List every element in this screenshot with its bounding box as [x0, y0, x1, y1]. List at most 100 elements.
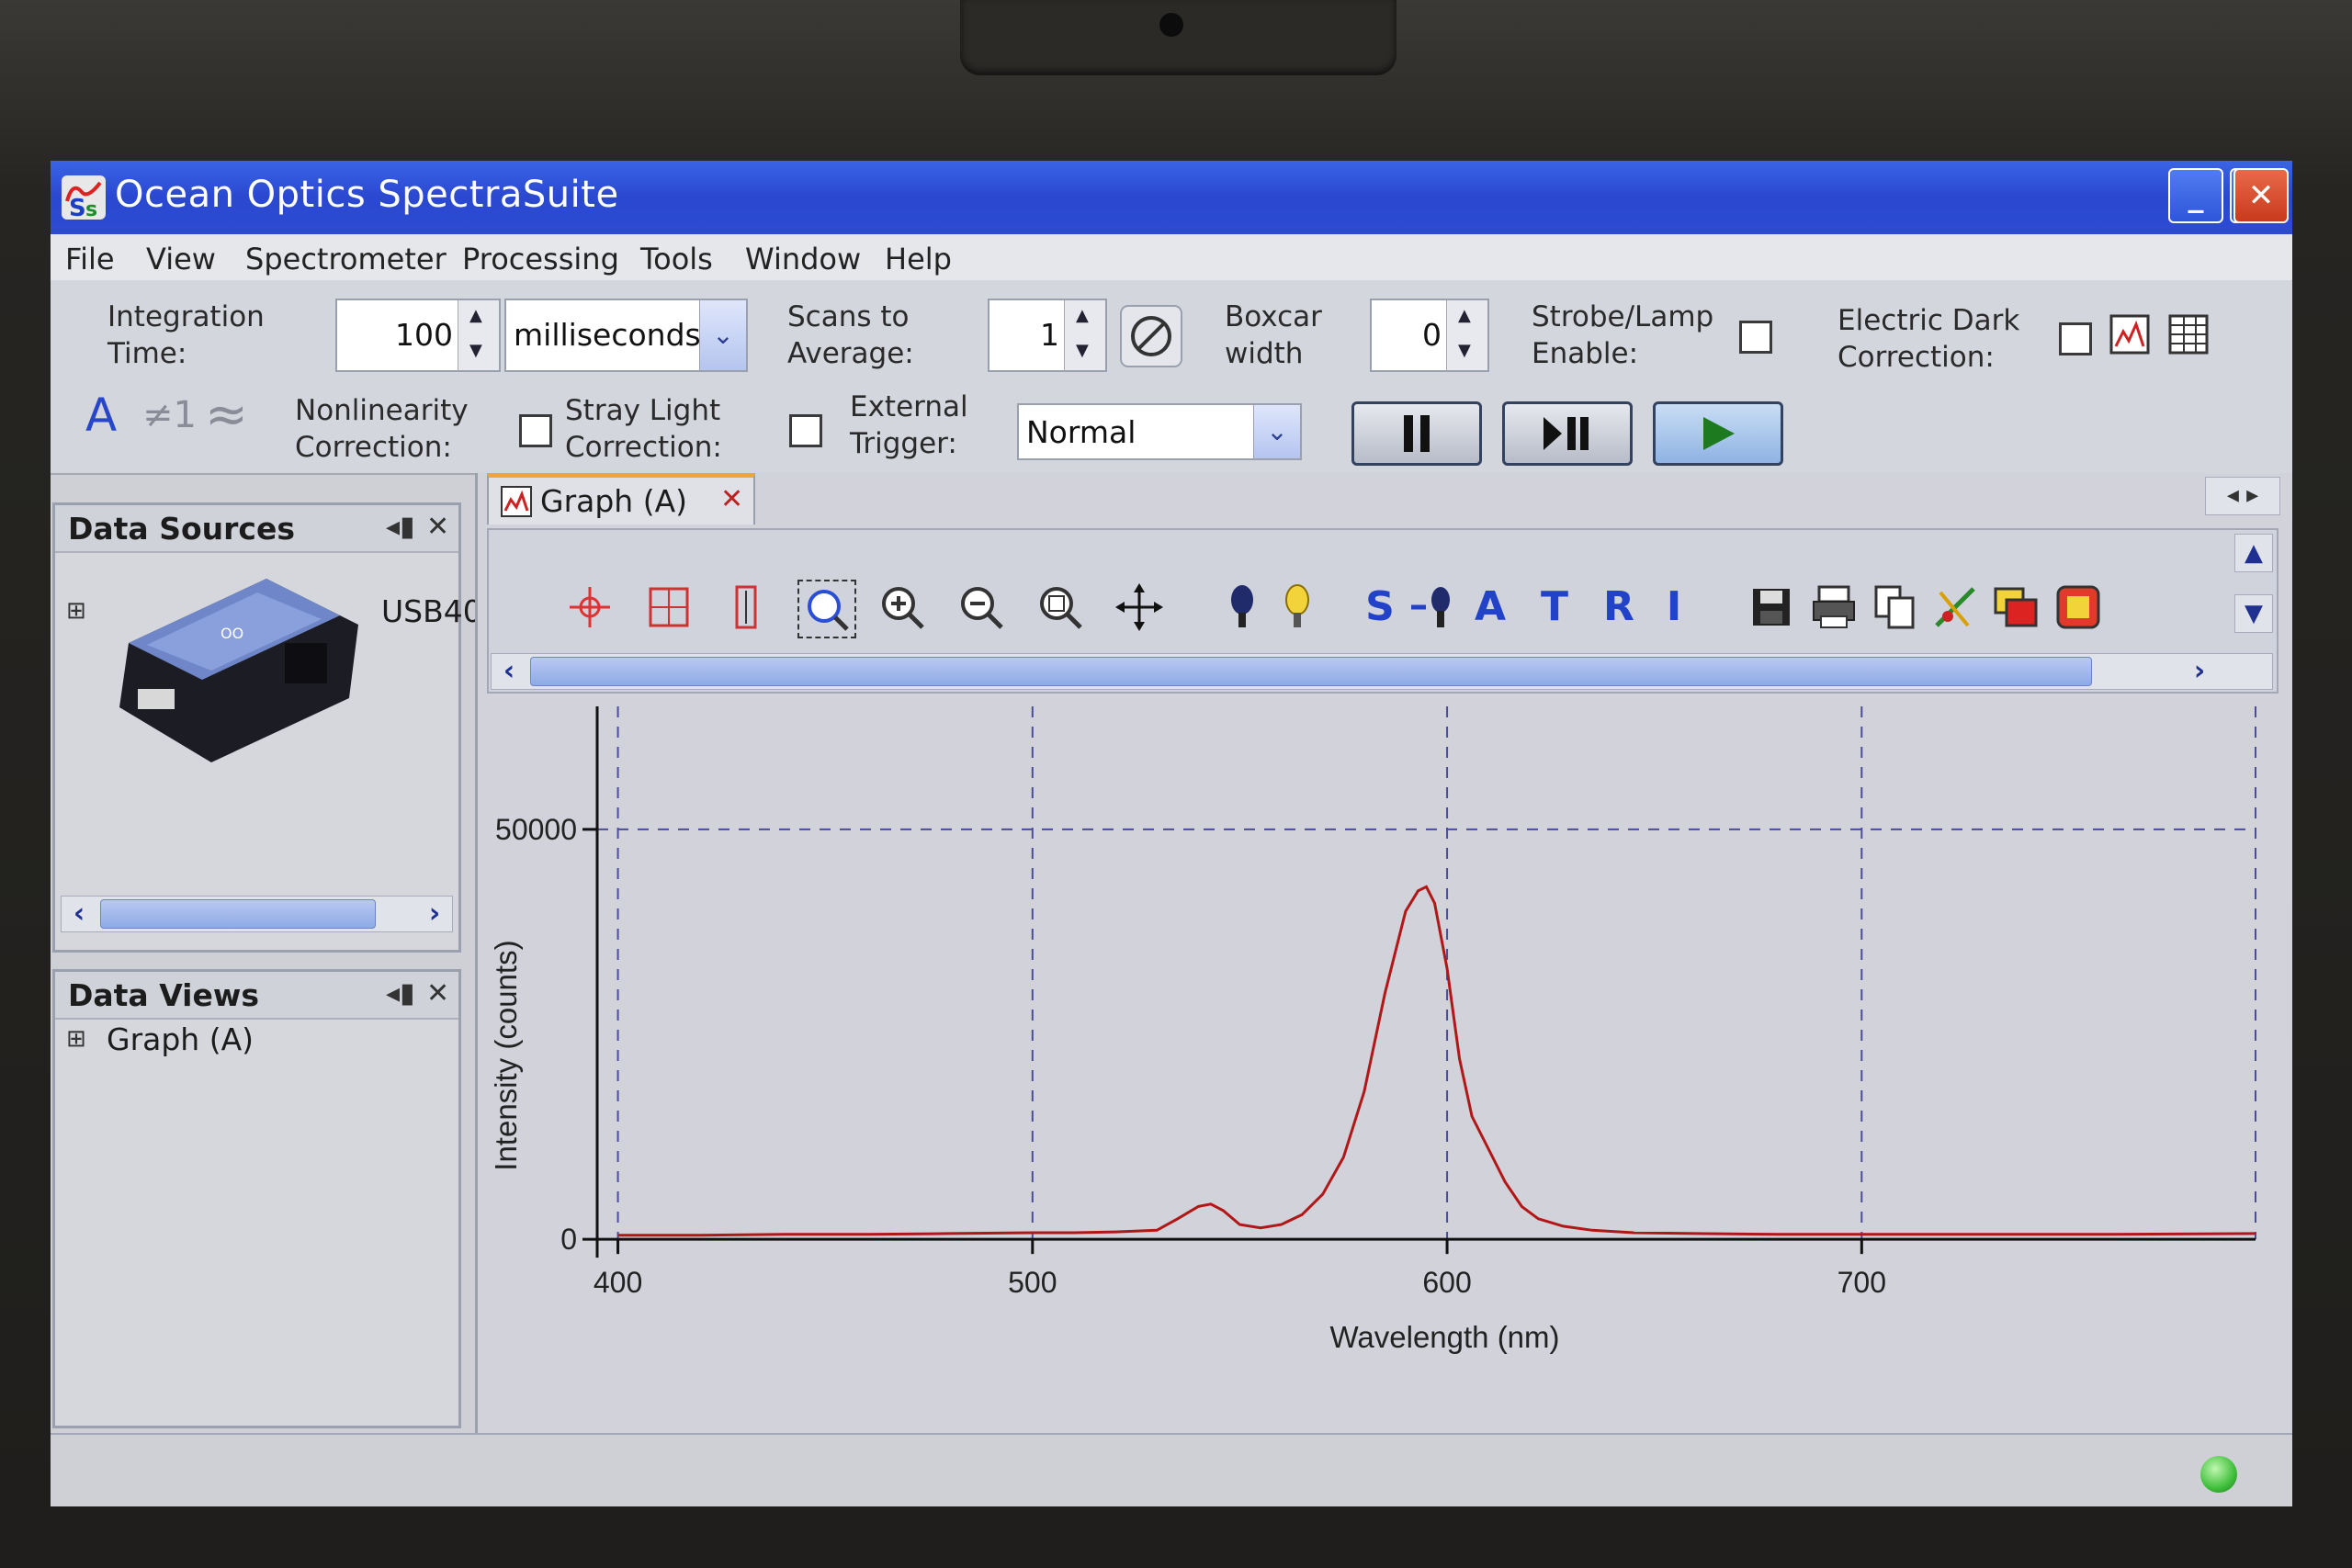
table-view-icon[interactable]: [2167, 313, 2210, 355]
scrollbar-thumb[interactable]: [100, 899, 376, 929]
tab-graph-a[interactable]: Graph (A) ✕: [487, 473, 755, 525]
data-sources-title: Data Sources: [68, 511, 295, 547]
zoom-fit-icon[interactable]: [797, 580, 856, 638]
close-icon[interactable]: ✕: [426, 511, 449, 543]
graph-view-icon[interactable]: [2109, 313, 2151, 355]
smoothing-icon[interactable]: ≈: [205, 385, 248, 445]
pan-icon[interactable]: [1112, 580, 1167, 635]
scans-to-average-value: 1: [1040, 317, 1059, 353]
device-label[interactable]: USB40: [381, 593, 482, 629]
play-icon: [1703, 417, 1735, 450]
irradiance-mode-button[interactable]: I: [1646, 580, 1702, 635]
y-axis-label: Intensity (counts): [489, 940, 523, 1170]
spectrum-trace: [617, 885, 2256, 1237]
y-tick-label: 0: [560, 1223, 577, 1256]
menu-processing[interactable]: Processing: [462, 242, 619, 276]
menu-view[interactable]: View: [146, 242, 216, 276]
integration-time-value: 100: [395, 317, 453, 353]
tab-scroll-icon[interactable]: ◂ ▸: [2205, 477, 2280, 515]
convert-icon[interactable]: [2051, 580, 2106, 635]
overlay-icon[interactable]: [1988, 580, 2043, 635]
spinner-arrows-icon[interactable]: [458, 300, 499, 370]
scans-to-average-spinner[interactable]: 1: [988, 299, 1107, 372]
data-view-item-graph-a[interactable]: Graph (A): [107, 1021, 254, 1057]
chevron-up-icon[interactable]: ▲: [2234, 534, 2273, 572]
a-symbol-icon[interactable]: A: [85, 389, 117, 442]
zoom-out-icon[interactable]: [954, 580, 1009, 635]
zoom-vertical-icon[interactable]: [718, 580, 774, 635]
print-icon[interactable]: [1806, 580, 1861, 635]
not-one-icon[interactable]: ≠1: [142, 394, 197, 436]
menu-tools[interactable]: Tools: [640, 242, 713, 276]
external-trigger-label: External Trigger:: [850, 390, 968, 460]
x-tick-label: 600: [1422, 1266, 1471, 1299]
nonlinearity-checkbox[interactable]: [519, 414, 552, 447]
boxcar-width-label: Boxcar width: [1225, 300, 1322, 370]
save-icon[interactable]: [1744, 580, 1799, 635]
chevron-down-icon[interactable]: ▼: [2234, 594, 2273, 633]
close-tab-icon[interactable]: ✕: [720, 483, 743, 515]
trigger-mode-select[interactable]: Normal ⌄: [1017, 403, 1302, 460]
transmission-mode-button[interactable]: T: [1527, 580, 1582, 635]
cancel-average-icon[interactable]: [1119, 304, 1183, 368]
pause-icon: [1404, 415, 1430, 452]
spectrum-chart[interactable]: 400 500 600 700 0 50000 Wavelength (nm) Inte…: [478, 697, 2278, 1487]
pin-icon[interactable]: ◂▮: [386, 977, 415, 1010]
scrollbar-thumb[interactable]: [530, 657, 2092, 686]
zoom-reset-icon[interactable]: [1033, 580, 1088, 635]
data-views-title: Data Views: [68, 977, 259, 1013]
svg-text:OO: OO: [220, 625, 243, 642]
spectrasuite-logo-icon: S s: [62, 175, 106, 221]
graph-toolbar-scrollbar[interactable]: ‹ ›: [491, 653, 2273, 690]
chevron-right-icon[interactable]: ›: [417, 897, 452, 931]
play-button[interactable]: [1653, 401, 1783, 466]
chevron-down-icon[interactable]: ⌄: [1253, 405, 1300, 458]
absorbance-mode-button[interactable]: A: [1463, 580, 1518, 635]
pin-icon[interactable]: ◂▮: [386, 511, 415, 543]
reflection-mode-button[interactable]: R: [1591, 580, 1646, 635]
minimize-button[interactable]: _: [2168, 168, 2223, 223]
crosshair-icon[interactable]: [562, 580, 617, 635]
x-tick-label: 500: [1008, 1266, 1057, 1299]
color-chart-icon[interactable]: [1928, 580, 1983, 635]
boxcar-width-spinner[interactable]: 0: [1370, 299, 1489, 372]
menu-window[interactable]: Window: [745, 242, 861, 276]
menu-file[interactable]: File: [65, 242, 115, 276]
spinner-arrows-icon[interactable]: [1064, 300, 1105, 370]
x-ticks: 400 500 600 700: [594, 1239, 1886, 1299]
spinner-arrows-icon[interactable]: [1446, 300, 1487, 370]
chart-grid: [597, 706, 2256, 1240]
zoom-box-icon[interactable]: [641, 580, 696, 635]
close-icon[interactable]: ✕: [426, 977, 449, 1010]
pause-button[interactable]: [1351, 401, 1482, 466]
chevron-down-icon[interactable]: ⌄: [699, 300, 746, 370]
menu-bar: File View Spectrometer Processing Tools …: [51, 234, 2292, 280]
electric-dark-checkbox[interactable]: [2059, 322, 2092, 355]
expand-icon[interactable]: ⊞: [66, 1025, 86, 1053]
usb-spectrometer-image-icon: OO: [119, 579, 358, 762]
scope-mode-button[interactable]: S: [1352, 580, 1408, 635]
expand-icon[interactable]: ⊞: [66, 597, 86, 625]
strobe-lamp-checkbox[interactable]: [1739, 321, 1772, 354]
zoom-in-icon[interactable]: [875, 580, 930, 635]
tab-label: Graph (A): [540, 483, 688, 519]
close-button[interactable]: ✕: [2233, 168, 2289, 223]
application-window: S s Ocean Optics SpectraSuite _ ❐ ✕ File…: [51, 161, 2292, 1506]
scope-minus-dark-icon[interactable]: [1408, 580, 1463, 635]
dark-spectrum-icon[interactable]: [1215, 580, 1270, 635]
data-views-header: Data Views ◂▮ ✕: [55, 972, 458, 1020]
chevron-left-icon[interactable]: ‹: [62, 897, 96, 931]
integration-unit-select[interactable]: milliseconds ⌄: [504, 299, 748, 372]
sources-horizontal-scrollbar[interactable]: ‹ ›: [61, 896, 453, 932]
chevron-left-icon[interactable]: ‹: [492, 654, 526, 689]
stray-light-checkbox[interactable]: [789, 414, 822, 447]
copy-icon[interactable]: [1867, 580, 1922, 635]
step-button[interactable]: [1502, 401, 1633, 466]
menu-spectrometer[interactable]: Spectrometer: [245, 242, 447, 276]
menu-help[interactable]: Help: [885, 242, 952, 276]
x-tick-label: 400: [594, 1266, 642, 1299]
chevron-right-icon[interactable]: ›: [2182, 654, 2217, 689]
reference-spectrum-icon[interactable]: [1270, 580, 1325, 635]
integration-time-spinner[interactable]: 100: [335, 299, 501, 372]
svg-text:s: s: [85, 198, 97, 221]
